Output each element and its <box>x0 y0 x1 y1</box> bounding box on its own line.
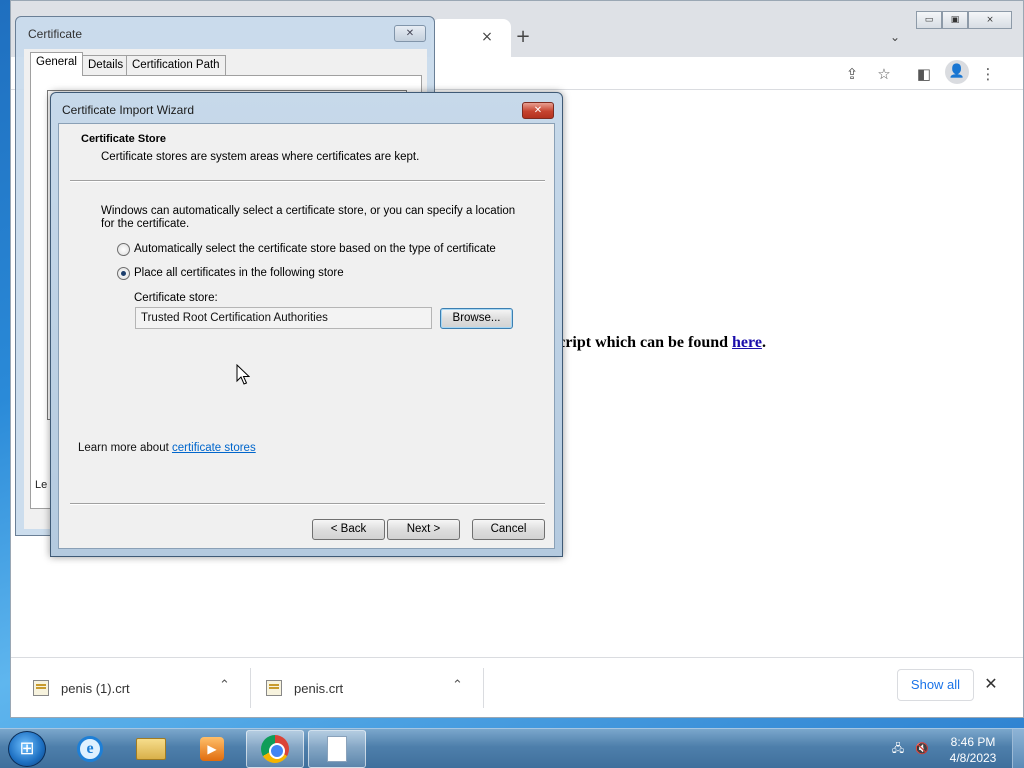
browse-button[interactable]: Browse... <box>440 308 513 329</box>
window-controls: ▭ ▣ ⨯ <box>916 11 1012 29</box>
option-label: Automatically select the certificate sto… <box>134 243 496 255</box>
download-filename: penis (1).crt <box>61 680 130 696</box>
document-taskbar-button[interactable] <box>308 730 366 768</box>
system-clock[interactable]: 8:46 PM 4/8/2023 <box>940 734 1006 766</box>
chrome-taskbar-button[interactable] <box>246 730 304 768</box>
auto-select-store-option[interactable]: Automatically select the certificate sto… <box>117 241 496 257</box>
close-icon[interactable]: ✕ <box>522 102 554 119</box>
cancel-button[interactable]: Cancel <box>472 519 545 540</box>
internet-explorer-icon: e <box>77 736 103 762</box>
window-close-icon[interactable]: ⨯ <box>968 11 1012 29</box>
media-player-taskbar-button[interactable]: ▶ <box>183 730 241 768</box>
header-divider <box>70 180 545 182</box>
chrome-icon <box>261 735 289 763</box>
next-button[interactable]: Next > <box>387 519 460 540</box>
tab-certification-path[interactable]: Certification Path <box>126 55 226 75</box>
learn-more-text: Learn more about certificate stores <box>78 442 256 454</box>
minimize-icon[interactable]: ▭ <box>916 11 942 29</box>
page-text-after: . <box>761 334 766 351</box>
page-body-text: script which can be found here. <box>552 334 766 352</box>
download-separator <box>250 668 251 708</box>
taskbar: ⊞ e ▶ 🖧 🔇 8:46 PM 4/8/2023 <box>0 728 1024 768</box>
mouse-cursor-icon <box>236 364 250 385</box>
intro-text: Windows can automatically select a certi… <box>101 205 516 230</box>
chrome-menu-icon[interactable]: ⋮ <box>977 63 999 85</box>
profile-avatar-icon[interactable]: 👤 <box>945 60 969 84</box>
download-separator <box>483 668 484 708</box>
page-title: Certificate Store <box>81 133 166 145</box>
document-icon <box>327 736 347 762</box>
dialog-title: Certificate <box>28 27 83 41</box>
network-icon[interactable]: 🖧 <box>890 741 906 757</box>
wizard-header: Certificate Store Certificate stores are… <box>59 124 554 180</box>
download-shelf: penis (1).crt ⌃ penis.crt ⌃ Show all ✕ <box>11 657 1023 717</box>
place-in-store-option[interactable]: Place all certificates in the following … <box>117 265 344 281</box>
side-panel-icon[interactable]: ◧ <box>913 63 935 85</box>
certificate-store-label: Certificate store: <box>134 292 218 304</box>
chevron-up-icon[interactable]: ⌃ <box>452 678 463 693</box>
download-filename: penis.crt <box>294 680 344 696</box>
tab-details[interactable]: Details <box>82 55 130 75</box>
footer-divider <box>70 503 545 505</box>
show-all-button[interactable]: Show all <box>897 669 974 701</box>
internet-explorer-taskbar-button[interactable]: e <box>61 730 119 768</box>
tab-search-icon[interactable]: ⌄ <box>885 25 905 49</box>
windows-explorer-taskbar-button[interactable] <box>122 730 180 768</box>
chevron-up-icon[interactable]: ⌃ <box>219 678 230 693</box>
certificate-import-wizard: Certificate Import Wizard ✕ Certificate … <box>50 92 563 557</box>
radio-button[interactable] <box>117 242 130 256</box>
active-browser-tab[interactable] <box>431 19 511 57</box>
close-icon[interactable]: ✕ <box>394 25 426 42</box>
new-tab-icon[interactable]: + <box>511 25 535 49</box>
option-label: Place all certificates in the following … <box>134 267 344 279</box>
certificate-file-icon <box>266 680 282 696</box>
download-item[interactable]: penis.crt <box>254 664 484 712</box>
dialog-title: Certificate Import Wizard <box>62 103 195 117</box>
show-desktop-button[interactable] <box>1012 729 1024 768</box>
certificate-stores-link[interactable]: certificate stores <box>172 442 256 454</box>
tab-general[interactable]: General <box>30 52 83 76</box>
back-button[interactable]: < Back <box>312 519 385 540</box>
folder-icon <box>136 738 166 760</box>
certificate-store-field: Trusted Root Certification Authorities <box>135 307 432 329</box>
certificate-file-icon <box>33 680 49 696</box>
clock-date: 4/8/2023 <box>949 751 997 765</box>
bookmark-star-icon[interactable]: ☆ <box>873 63 895 85</box>
restore-icon[interactable]: ▣ <box>942 11 968 29</box>
close-icon[interactable]: ✕ <box>981 674 1001 694</box>
wizard-content: Certificate Store Certificate stores are… <box>58 123 555 549</box>
media-player-icon: ▶ <box>200 737 224 761</box>
page-description: Certificate stores are system areas wher… <box>101 151 420 163</box>
clock-time: 8:46 PM <box>950 735 996 749</box>
download-item[interactable]: penis (1).crt <box>21 664 251 712</box>
tab-close-icon[interactable]: × <box>477 27 497 47</box>
here-link[interactable]: here <box>732 334 762 351</box>
radio-button-checked[interactable] <box>117 266 130 280</box>
start-button[interactable]: ⊞ <box>8 731 46 767</box>
volume-muted-icon[interactable]: 🔇 <box>914 741 930 757</box>
learn-more-prefix: Learn more about <box>78 442 172 454</box>
share-icon[interactable]: ⇪ <box>841 63 863 85</box>
learn-more-text: Le <box>35 479 48 491</box>
page-text-before: script which can be found <box>552 334 733 351</box>
